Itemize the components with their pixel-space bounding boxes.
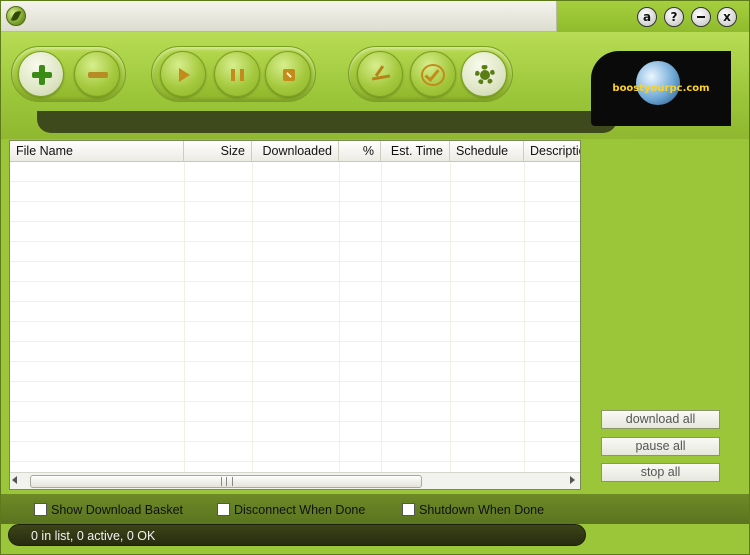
column-divider (524, 162, 525, 472)
scroll-left-arrow-icon[interactable] (12, 476, 17, 484)
pause-button[interactable] (214, 51, 260, 97)
schedule-button[interactable] (357, 51, 403, 97)
plus-icon-stroke (39, 65, 45, 85)
app-window: a ? x boostyourpc.com File Name Size Dow… (0, 0, 750, 555)
download-all-button[interactable]: download all (601, 410, 720, 429)
show-download-basket-option[interactable]: Show Download Basket (34, 502, 194, 518)
minus-icon (88, 72, 108, 78)
gear-icon-hub (480, 70, 490, 80)
help-button[interactable]: ? (664, 7, 684, 27)
close-button[interactable]: x (717, 7, 737, 27)
list-header: File Name Size Downloaded % Est. Time Sc… (10, 141, 580, 162)
shutdown-when-done-checkbox[interactable] (402, 503, 415, 516)
disconnect-when-done-label: Disconnect When Done (234, 503, 366, 517)
status-bar: 0 in list, 0 active, 0 OK (8, 524, 586, 546)
column-header-est-time[interactable]: Est. Time (381, 141, 450, 162)
show-download-basket-label: Show Download Basket (51, 503, 184, 517)
play-icon (179, 68, 190, 82)
settings-button[interactable] (461, 51, 507, 97)
shutdown-when-done-option[interactable]: Shutdown When Done (402, 502, 562, 518)
minimize-button[interactable] (691, 7, 711, 27)
about-button[interactable]: a (637, 7, 657, 27)
column-divider (339, 162, 340, 472)
stop-button[interactable] (265, 51, 311, 97)
app-leaf-icon (6, 6, 26, 26)
column-header-description[interactable]: Description (524, 141, 580, 162)
shutdown-when-done-label: Shutdown When Done (419, 503, 545, 517)
column-header-size[interactable]: Size (184, 141, 252, 162)
check-button[interactable] (410, 51, 456, 97)
remove-download-button[interactable] (74, 51, 120, 97)
download-list[interactable]: File Name Size Downloaded % Est. Time Sc… (9, 140, 581, 490)
add-download-button[interactable] (18, 51, 64, 97)
logo-text: boostyourpc.com (612, 83, 710, 94)
list-body[interactable] (10, 162, 580, 472)
column-divider (450, 162, 451, 472)
disconnect-when-done-checkbox[interactable] (217, 503, 230, 516)
column-header-file-name[interactable]: File Name (10, 141, 184, 162)
column-header-schedule[interactable]: Schedule (450, 141, 524, 162)
scrollbar-thumb[interactable] (30, 475, 422, 488)
column-divider (252, 162, 253, 472)
stop-all-button[interactable]: stop all (601, 463, 720, 482)
horizontal-scrollbar[interactable] (10, 472, 580, 489)
column-divider (381, 162, 382, 472)
scrollbar-grip-icon (221, 477, 233, 486)
scroll-right-arrow-icon[interactable] (570, 476, 575, 484)
pause-all-button[interactable]: pause all (601, 437, 720, 456)
disconnect-when-done-option[interactable]: Disconnect When Done (217, 502, 387, 518)
column-header-downloaded[interactable]: Downloaded (252, 141, 339, 162)
column-header-percent[interactable]: % (339, 141, 381, 162)
column-divider (184, 162, 185, 472)
show-download-basket-checkbox[interactable] (34, 503, 47, 516)
title-bar[interactable] (1, 1, 557, 32)
toolbar-band (37, 111, 617, 133)
brand-logo[interactable]: boostyourpc.com (591, 51, 731, 126)
pause-icon-bar (240, 69, 244, 81)
status-text: 0 in list, 0 active, 0 OK (31, 529, 156, 543)
pause-icon (231, 69, 235, 81)
start-button[interactable] (160, 51, 206, 97)
